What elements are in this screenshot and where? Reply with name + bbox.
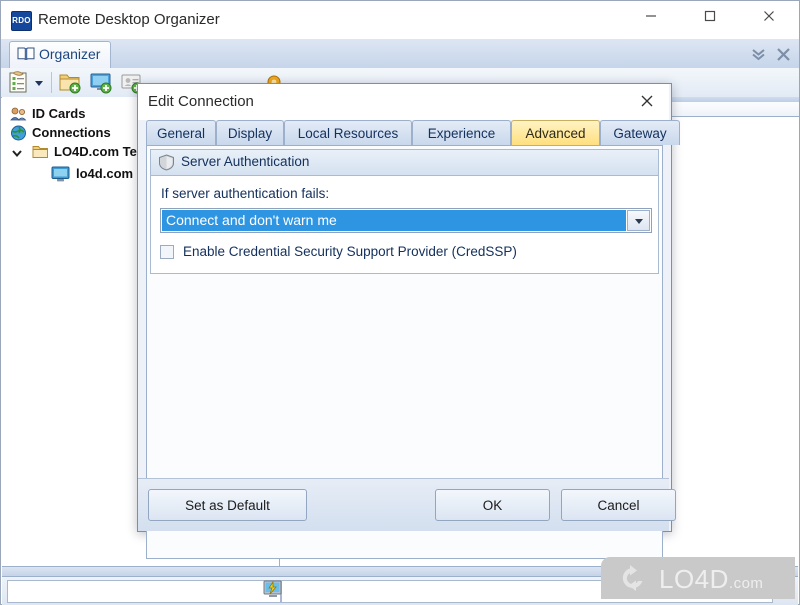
book-icon — [17, 47, 35, 61]
tree-item-label: ID Cards — [32, 106, 86, 121]
group-title: Server Authentication — [181, 154, 310, 169]
credssp-checkbox-label: Enable Credential Security Support Provi… — [183, 244, 517, 259]
combobox-selected-value: Connect and don't warn me — [162, 210, 626, 231]
monitor-icon — [51, 166, 70, 182]
new-connection-icon[interactable] — [89, 71, 116, 94]
status-field-left — [7, 580, 281, 603]
watermark-suffix: .com — [728, 575, 764, 592]
minimize-button[interactable] — [628, 1, 674, 31]
maximize-button[interactable] — [687, 1, 733, 31]
globe-icon — [11, 125, 26, 141]
ok-button[interactable]: OK — [435, 489, 550, 521]
chevron-down-icon[interactable] — [627, 210, 650, 231]
tab-close-icon[interactable] — [774, 44, 793, 63]
tab-display[interactable]: Display — [216, 120, 284, 145]
toolbar-separator — [51, 72, 52, 93]
application-window: RDO Remote Desktop Organizer Organizer I… — [0, 0, 800, 605]
window-title: Remote Desktop Organizer — [38, 11, 220, 28]
close-button[interactable] — [746, 1, 792, 31]
credssp-checkbox[interactable] — [160, 245, 174, 259]
id-cards-icon — [10, 107, 27, 121]
rdp-monitor-icon[interactable] — [263, 580, 283, 598]
dialog-tab-bar: General Display Local Resources Experien… — [146, 120, 680, 146]
auth-fail-label: If server authentication fails: — [161, 186, 330, 201]
dialog-title: Edit Connection — [148, 93, 254, 110]
tab-general[interactable]: General — [146, 120, 216, 145]
tab-organizer[interactable]: Organizer — [9, 41, 111, 68]
expander-collapse-icon[interactable] — [10, 146, 24, 160]
server-authentication-group: Server Authentication If server authenti… — [150, 149, 659, 274]
tab-experience[interactable]: Experience — [412, 120, 511, 145]
chevron-double-down-icon[interactable] — [749, 44, 768, 63]
tree-item-label: Connections — [32, 125, 111, 140]
shield-icon — [159, 154, 174, 171]
toolbar-dropdown-arrow-icon[interactable] — [33, 71, 47, 94]
watermark-brand: LO4D — [659, 564, 729, 594]
tree-item-label: LO4D.com Te — [54, 144, 137, 159]
window-title-bar: RDO Remote Desktop Organizer — [1, 1, 799, 39]
dialog-title-bar: Edit Connection — [138, 84, 669, 120]
cancel-button[interactable]: Cancel — [561, 489, 676, 521]
list-clipboard-icon[interactable] — [7, 71, 33, 94]
refresh-circle-icon — [622, 565, 643, 591]
rdo-logo-icon: RDO — [11, 11, 32, 31]
folder-icon — [32, 146, 48, 158]
dialog-close-button[interactable] — [629, 87, 665, 115]
set-as-default-button[interactable]: Set as Default — [148, 489, 307, 521]
edit-connection-dialog: Edit Connection General Display Local Re… — [137, 83, 680, 559]
tab-organizer-label: Organizer — [39, 46, 101, 62]
tab-advanced[interactable]: Advanced — [511, 120, 600, 145]
ribbon-tab-strip: Organizer — [1, 39, 799, 69]
auth-fail-combobox[interactable]: Connect and don't warn me — [160, 208, 652, 233]
tree-item-label: lo4d.com — [76, 166, 134, 181]
watermark-text: LO4D.com — [659, 564, 763, 595]
tab-gateway[interactable]: Gateway — [600, 120, 680, 145]
tab-local-resources[interactable]: Local Resources — [284, 120, 412, 145]
lo4d-watermark: LO4D.com — [601, 557, 795, 599]
new-folder-icon[interactable] — [58, 71, 85, 94]
dialog-button-bar: Set as Default OK Cancel — [138, 478, 676, 531]
group-header: Server Authentication — [151, 150, 658, 176]
